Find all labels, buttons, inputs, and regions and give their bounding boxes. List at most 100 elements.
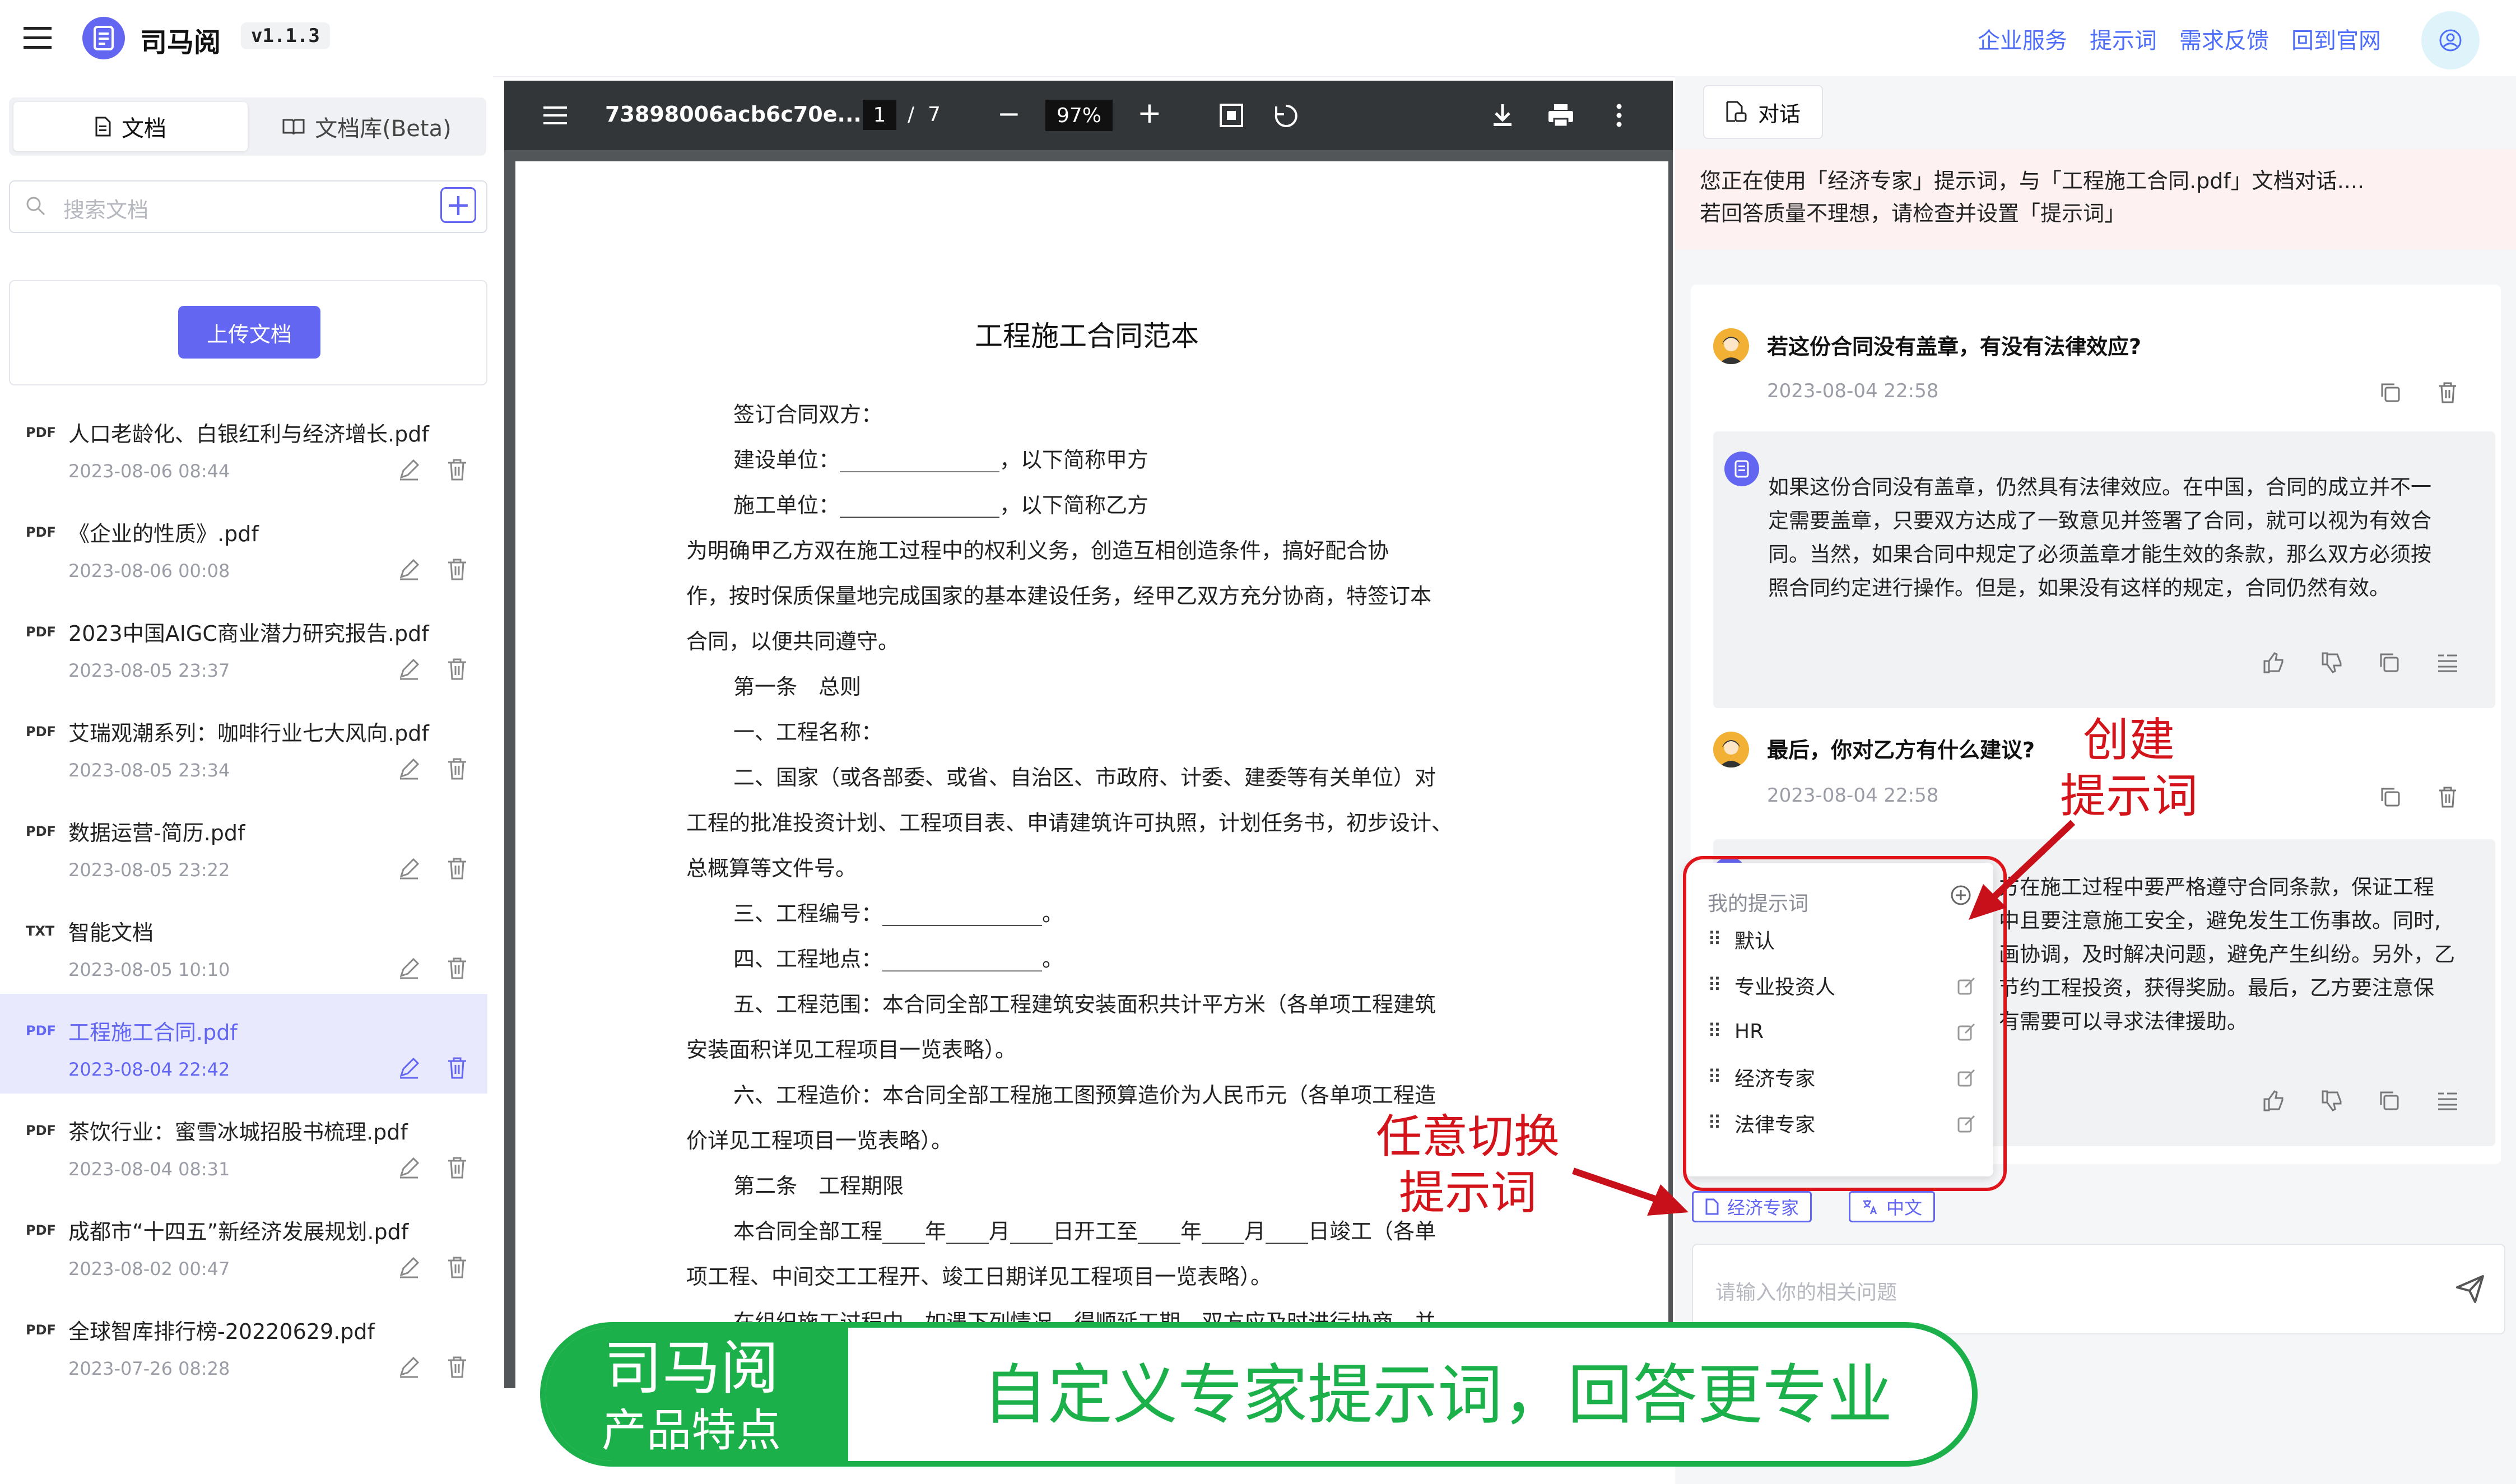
menu-icon[interactable] xyxy=(22,25,54,52)
file-type-badge: TXT xyxy=(26,923,55,939)
nav-feedback[interactable]: 需求反馈 xyxy=(2179,22,2269,55)
language-tag[interactable]: 中文 xyxy=(1849,1191,1936,1222)
pdf-text-line: 安装面积详见工程项目一览表略）。 xyxy=(686,1038,1017,1062)
delete-icon[interactable] xyxy=(2436,785,2459,809)
file-item[interactable]: PDF 2023中国AIGC商业潜力研究报告.pdf 2023-08-05 23:3… xyxy=(0,595,487,695)
thumbs-down-icon[interactable] xyxy=(2320,651,2344,674)
file-name: 《企业的性质》.pdf xyxy=(68,522,259,546)
file-name: 工程施工合同.pdf xyxy=(68,1020,238,1045)
pdf-toolbar: 73898006acb6c70e... 1 / 7 − 97% + xyxy=(504,81,1673,150)
print-icon[interactable] xyxy=(1547,103,1574,128)
delete-icon[interactable] xyxy=(446,657,468,681)
fit-page-icon[interactable] xyxy=(1219,103,1244,128)
file-date: 2023-08-05 10:10 xyxy=(68,959,230,980)
delete-icon[interactable] xyxy=(446,856,468,881)
copy-icon[interactable] xyxy=(2379,381,2402,404)
edit-icon[interactable] xyxy=(398,658,420,680)
edit-icon[interactable] xyxy=(398,558,420,580)
active-prompt-tag[interactable]: 经济专家 xyxy=(1692,1191,1812,1222)
delete-icon[interactable] xyxy=(446,1055,468,1080)
edit-icon[interactable] xyxy=(398,458,420,481)
pdf-text-line: 第一条 总则 xyxy=(733,674,862,699)
file-type-badge: PDF xyxy=(26,1222,56,1238)
document-icon xyxy=(95,117,111,137)
tab-label: 文档 xyxy=(122,116,166,142)
chat-icon xyxy=(1726,101,1747,122)
copy-icon[interactable] xyxy=(2379,785,2402,809)
zoom-level[interactable]: 97% xyxy=(1045,100,1113,131)
file-item[interactable]: PDF 人口老龄化、白银红利与经济增长.pdf 2023-08-06 08:44 xyxy=(0,396,487,495)
file-type-badge: PDF xyxy=(26,724,56,739)
file-item[interactable]: PDF 茶饮行业：蜜雪冰城招股书梳理.pdf 2023-08-04 08:31 xyxy=(0,1094,487,1193)
file-date: 2023-08-05 23:37 xyxy=(68,660,230,681)
edit-icon[interactable] xyxy=(398,857,420,880)
file-item[interactable]: PDF 《企业的性质》.pdf 2023-08-06 00:08 xyxy=(0,495,487,595)
delete-icon[interactable] xyxy=(446,956,468,980)
thumbs-up-icon[interactable] xyxy=(2262,1089,2286,1113)
delete-icon[interactable] xyxy=(446,1355,468,1379)
source-icon[interactable] xyxy=(2436,651,2459,674)
nav-prompts[interactable]: 提示词 xyxy=(2090,22,2157,55)
total-pages: 7 xyxy=(928,103,941,126)
file-item[interactable]: PDF 全球智库排行榜-20220629.pdf 2023-07-26 08:28 xyxy=(0,1293,487,1393)
top-bar: 司马阅 v1.1.3 企业服务 提示词 需求反馈 回到官网 xyxy=(0,0,2516,77)
pdf-text-line: 建设单位：_______________，以下简称甲方 xyxy=(733,448,1149,472)
delete-icon[interactable] xyxy=(446,1155,468,1180)
upload-button[interactable]: 上传文档 xyxy=(178,306,320,359)
delete-icon[interactable] xyxy=(446,457,468,482)
thumbs-up-icon[interactable] xyxy=(2262,651,2286,674)
edit-icon[interactable] xyxy=(398,757,420,780)
app-title: 司马阅 xyxy=(140,27,221,58)
thumbs-down-icon[interactable] xyxy=(2320,1089,2344,1113)
file-item[interactable]: PDF 数据运营-简历.pdf 2023-08-05 23:22 xyxy=(0,794,487,894)
file-name: 艾瑞观潮系列：咖啡行业七大风向.pdf xyxy=(68,721,429,746)
answer-line: 同。当然，如果合同中规定了必须盖章才能生效的条款，那么双方必须按 xyxy=(1768,542,2431,566)
logo-icon xyxy=(82,17,125,59)
delete-icon[interactable] xyxy=(446,557,468,581)
file-type-badge: PDF xyxy=(26,824,56,839)
search-input[interactable]: 搜索文档 + xyxy=(9,180,487,233)
file-date: 2023-08-05 23:34 xyxy=(68,760,230,781)
send-icon[interactable] xyxy=(2455,1274,2485,1304)
user-avatar[interactable] xyxy=(2421,11,2480,69)
file-item[interactable]: TXT 智能文档 2023-08-05 10:10 xyxy=(0,894,487,994)
search-icon xyxy=(26,197,45,216)
edit-icon[interactable] xyxy=(398,1156,420,1179)
pdf-menu-icon[interactable] xyxy=(543,105,568,125)
notice-line-2: 若回答质量不理想，请检查并设置「提示词」 xyxy=(1700,201,2126,226)
edit-icon[interactable] xyxy=(398,1256,420,1278)
download-icon[interactable] xyxy=(1491,103,1514,128)
rotate-icon[interactable] xyxy=(1273,103,1299,129)
copy-icon[interactable] xyxy=(2378,651,2401,674)
file-name: 数据运营-简历.pdf xyxy=(68,821,245,845)
delete-icon[interactable] xyxy=(2436,381,2459,404)
delete-icon[interactable] xyxy=(446,756,468,781)
doc-tabs: 文档 文档库(Beta) xyxy=(9,97,486,156)
nav-enterprise-service[interactable]: 企业服务 xyxy=(1978,22,2067,55)
add-document-button[interactable]: + xyxy=(440,187,476,223)
edit-icon[interactable] xyxy=(398,957,420,979)
file-item[interactable]: PDF 工程施工合同.pdf 2023-08-04 22:42 xyxy=(0,994,487,1094)
delete-icon[interactable] xyxy=(446,1255,468,1280)
tab-documents[interactable]: 文档 xyxy=(13,102,248,151)
copy-icon[interactable] xyxy=(2378,1089,2401,1113)
file-item[interactable]: PDF 艾瑞观潮系列：咖啡行业七大风向.pdf 2023-08-05 23:34 xyxy=(0,695,487,794)
answer-line: 节约工程投资，获得奖励。最后，乙方要注意保 xyxy=(1999,976,2434,1000)
tab-library[interactable]: 文档库(Beta) xyxy=(250,102,484,151)
answer-line: 如果这份合同没有盖章，仍然具有法律效应。在中国，合同的成立并不一 xyxy=(1768,475,2431,499)
edit-icon[interactable] xyxy=(398,1057,420,1079)
user-avatar-icon xyxy=(1713,732,1749,767)
edit-icon[interactable] xyxy=(398,1356,420,1378)
more-icon[interactable] xyxy=(1616,103,1622,128)
file-name: 智能文档 xyxy=(68,920,154,945)
file-item[interactable]: PDF 成都市“十四五”新经济发展规划.pdf 2023-08-02 00:47 xyxy=(0,1193,487,1293)
pdf-text-line: 签订合同双方： xyxy=(733,402,883,427)
file-name: 全球智库排行榜-20220629.pdf xyxy=(68,1319,375,1344)
source-icon[interactable] xyxy=(2436,1089,2459,1113)
page-number-input[interactable]: 1 xyxy=(863,100,896,130)
chat-input[interactable]: 请输入你的相关问题 xyxy=(1692,1244,2505,1334)
nav-official-site[interactable]: 回到官网 xyxy=(2291,22,2381,55)
tab-chat[interactable]: 对话 xyxy=(1703,85,1823,139)
zoom-out-icon[interactable]: − xyxy=(997,97,1021,130)
zoom-in-icon[interactable]: + xyxy=(1137,96,1162,130)
